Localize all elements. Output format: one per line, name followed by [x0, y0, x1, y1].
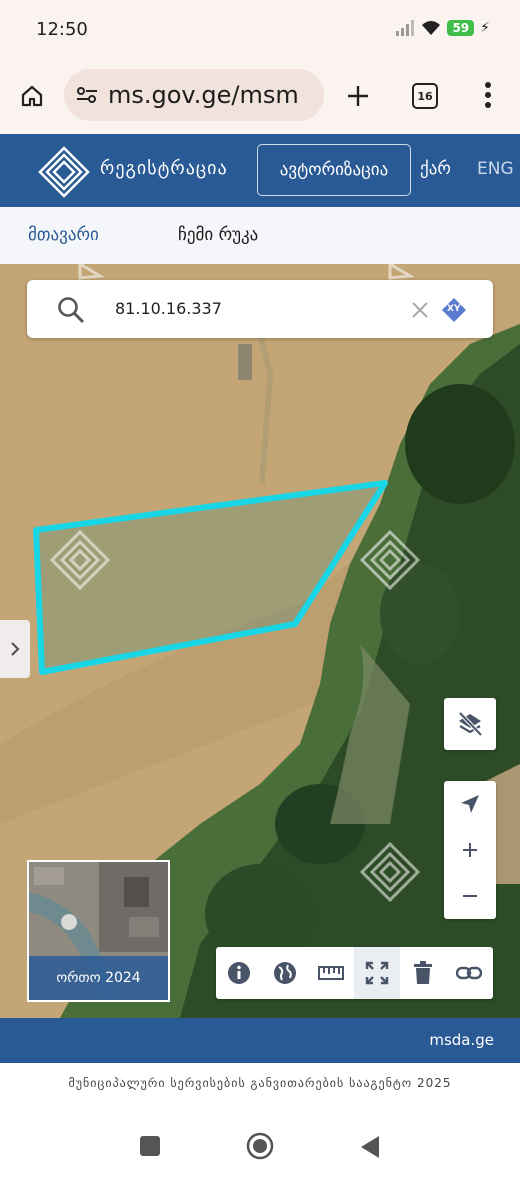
msda-link[interactable]: msda.ge: [429, 1031, 494, 1049]
site-settings-icon[interactable]: [76, 85, 98, 105]
globe-button[interactable]: [262, 947, 308, 999]
logo-icon[interactable]: [38, 146, 90, 198]
system-nav-bar: [0, 1110, 520, 1185]
status-bar: 12:50 59 ⚡: [0, 0, 520, 58]
locate-arrow-icon: [461, 795, 479, 813]
back-icon[interactable]: [360, 1135, 380, 1159]
home-circle-icon[interactable]: [246, 1132, 274, 1160]
xy-label: XY: [447, 304, 461, 314]
basemap-label: ორთო 2024: [29, 956, 168, 1000]
measure-button[interactable]: [308, 947, 354, 999]
map-view[interactable]: 81.10.16.337 XY ორთო 2024: [0, 264, 520, 1018]
copyright-text: მუნიციპალური სერვისების განვითარების საა…: [68, 1076, 452, 1090]
layers-off-icon: [458, 711, 483, 737]
login-button[interactable]: ავტორიზაცია: [257, 144, 411, 196]
site-header: რეგისტრაცია ავტორიზაცია ქარ ENG: [0, 134, 520, 207]
browser-toolbar: ms.gov.ge/msm 16: [0, 58, 520, 134]
share-link-button[interactable]: [446, 947, 492, 999]
layers-toggle-button[interactable]: [444, 698, 496, 750]
basemap-switcher[interactable]: ორთო 2024: [27, 860, 170, 1002]
lang-georgian-link[interactable]: ქარ: [420, 159, 451, 179]
zoom-in-button[interactable]: [444, 827, 496, 873]
side-panel-toggle[interactable]: [0, 620, 30, 678]
info-button[interactable]: [216, 947, 262, 999]
ruler-icon: [318, 966, 344, 980]
lang-english-link[interactable]: ENG: [477, 159, 514, 179]
fullscreen-icon: [365, 961, 389, 985]
home-icon[interactable]: [20, 84, 44, 108]
zoom-out-button[interactable]: [444, 873, 496, 919]
link-icon: [456, 966, 482, 980]
nav-my-map-link[interactable]: ჩემი რუკა: [178, 225, 258, 245]
footer-bar: msda.ge: [0, 1018, 520, 1063]
search-input[interactable]: 81.10.16.337: [115, 299, 222, 318]
battery-indicator: 59: [447, 20, 475, 36]
globe-icon: [274, 962, 296, 984]
charging-icon: ⚡: [480, 20, 490, 36]
fullscreen-button[interactable]: [354, 947, 400, 999]
url-text: ms.gov.ge/msm: [108, 81, 299, 109]
clear-icon[interactable]: [411, 301, 429, 319]
signal-icon: [396, 20, 415, 36]
minus-icon: [463, 895, 477, 897]
wifi-icon: [422, 21, 441, 35]
status-time: 12:50: [36, 19, 88, 40]
nav-home-link[interactable]: მთავარი: [28, 225, 99, 245]
search-icon[interactable]: [57, 296, 85, 324]
status-icons: 59 ⚡: [395, 20, 490, 36]
plus-icon: [463, 843, 477, 857]
xy-coordinate-button[interactable]: XY: [441, 297, 467, 323]
chevron-right-icon: [11, 642, 20, 656]
trash-icon: [414, 961, 432, 984]
map-controls-panel: [444, 781, 496, 919]
new-tab-icon[interactable]: [346, 84, 370, 108]
tab-count-button[interactable]: 16: [412, 83, 438, 109]
delete-button[interactable]: [400, 947, 446, 999]
parcel-search-box: 81.10.16.337 XY: [27, 280, 493, 338]
info-icon: [228, 962, 250, 984]
recents-button[interactable]: [140, 1136, 160, 1156]
locate-button[interactable]: [444, 781, 496, 827]
more-options-icon[interactable]: [484, 82, 492, 108]
main-nav: მთავარი ჩემი რუკა: [0, 207, 520, 264]
map-toolbar: [216, 947, 493, 999]
url-bar[interactable]: ms.gov.ge/msm: [64, 69, 324, 121]
brand-title[interactable]: რეგისტრაცია: [100, 158, 228, 179]
